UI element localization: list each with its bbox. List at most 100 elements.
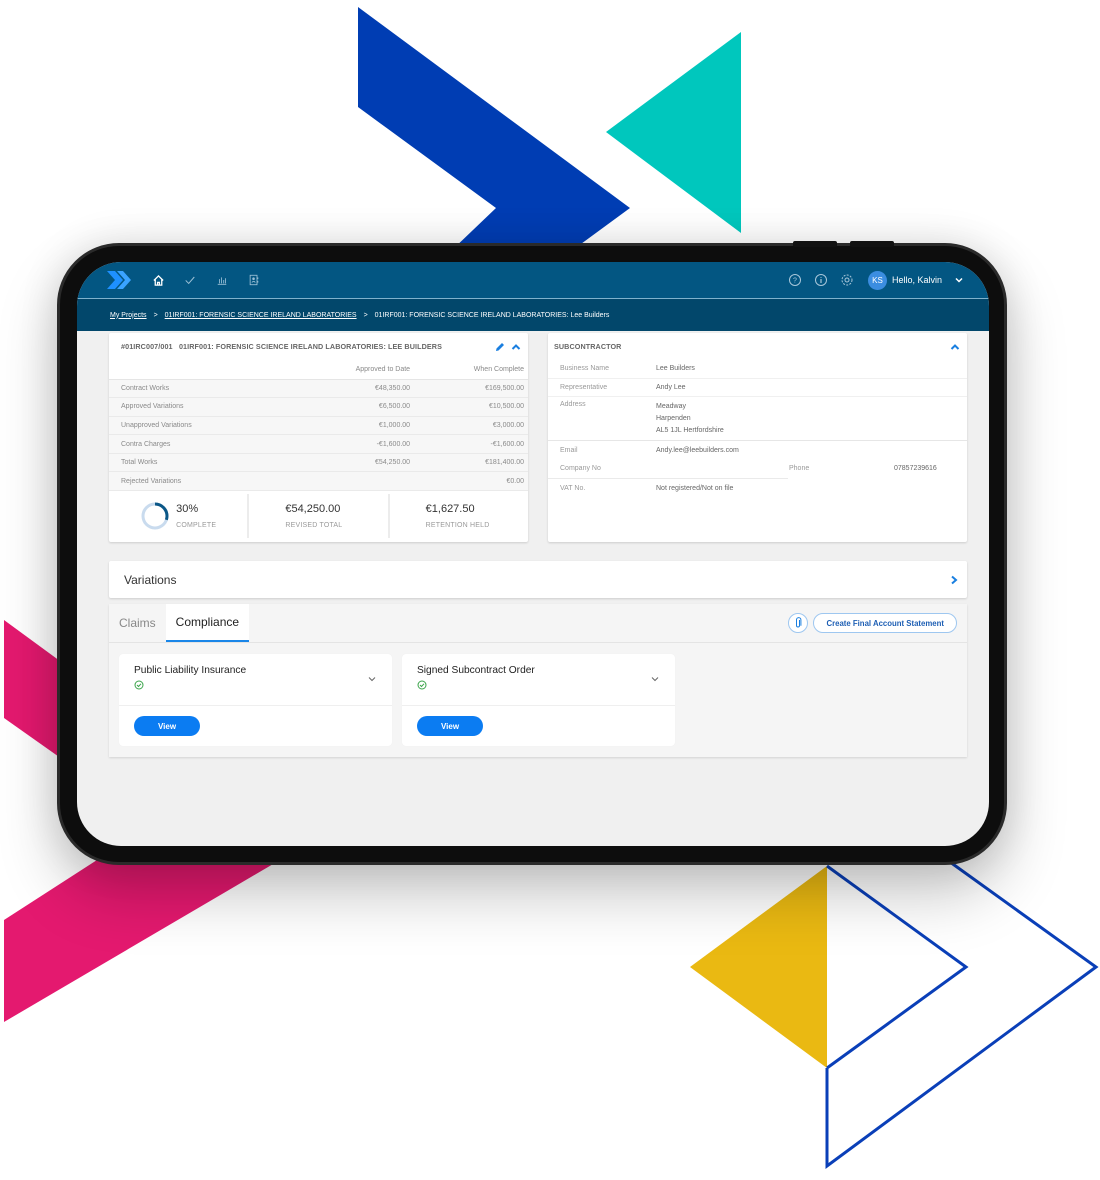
svg-text:?: ?	[793, 278, 797, 285]
financial-table: Approved to Date When Complete Contract …	[109, 360, 528, 492]
vat-label: VAT No.	[560, 484, 586, 492]
tablet-device-frame: ? KS Hello, Kalvin My Projects > 01IRF00…	[57, 241, 1007, 865]
breadcrumb-current: 01IRF001: FORENSIC SCIENCE IRELAND LABOR…	[374, 311, 610, 319]
row-label: Rejected Variations	[109, 471, 292, 492]
row-label: Contra Charges	[109, 434, 292, 454]
breadcrumb-project[interactable]: 01IRF001: FORENSIC SCIENCE IRELAND LABOR…	[165, 312, 357, 319]
breadcrumb-my-projects[interactable]: My Projects	[110, 312, 147, 319]
breadcrumb: My Projects > 01IRF001: FORENSIC SCIENCE…	[77, 299, 989, 331]
business-name-value: Lee Builders	[656, 365, 695, 373]
variations-row[interactable]: Variations	[109, 561, 967, 598]
address-line: AL5 1JL Hertfordshire	[656, 427, 724, 434]
complete-value: €0.00	[414, 471, 528, 492]
check-icon[interactable]	[183, 273, 197, 287]
detail-row: Company No Phone 07857239616	[548, 460, 967, 479]
representative-label: Representative	[560, 383, 608, 391]
table-row: Contra Charges -€1,600.00 -€1,600.00	[109, 434, 528, 454]
contacts-icon[interactable]	[247, 273, 261, 287]
table-row: Approved Variations €6,500.00 €10,500.00	[109, 397, 528, 417]
detail-row: Business Name Lee Builders	[548, 360, 967, 379]
complete-value: €181,400.00	[414, 453, 528, 473]
create-final-account-statement-button[interactable]: Create Final Account Statement	[813, 613, 957, 633]
progress-donut	[141, 502, 169, 530]
top-navigation-bar: ? KS Hello, Kalvin	[77, 262, 989, 299]
check-circle-icon	[417, 680, 427, 690]
chevron-up-icon[interactable]	[510, 341, 522, 353]
claims-compliance-panel: Claims Compliance Create Final Account S…	[109, 604, 967, 757]
approved-value: €6,500.00	[291, 397, 415, 417]
tab-bar: Claims Compliance Create Final Account S…	[109, 604, 967, 643]
user-avatar[interactable]: KS	[867, 270, 887, 290]
deco-outline-chevron-outer	[825, 860, 1099, 1169]
edit-pencil-icon[interactable]	[494, 341, 506, 353]
compliance-card: Signed Subcontract Order View	[402, 654, 675, 746]
paperclip-icon	[796, 617, 802, 628]
deco-outline-chevron-inner	[826, 864, 969, 1070]
contract-summary-card: #01IRC007/001 01IRF001: FORENSIC SCIENCE…	[109, 333, 528, 542]
settings-icon[interactable]	[840, 273, 854, 287]
row-label: Unapproved Variations	[109, 416, 292, 436]
table-row: Unapproved Variations €1,000.00 €3,000.00	[109, 416, 528, 436]
complete-value: €169,500.00	[414, 379, 528, 399]
app-screen: ? KS Hello, Kalvin My Projects > 01IRF00…	[77, 262, 989, 846]
contract-stats: 30% COMPLETE €54,250.00 REVISED TOTAL €1…	[109, 491, 528, 541]
address-label: Address	[560, 401, 586, 408]
view-button[interactable]: View	[134, 716, 200, 736]
representative-value: Andy Lee	[656, 383, 686, 391]
detail-row: VAT No. Not registered/Not on file	[548, 479, 967, 498]
app-logo-icon[interactable]	[107, 271, 133, 289]
subcontractor-details: Business Name Lee Builders Representativ…	[548, 360, 967, 498]
column-header-complete: When Complete	[414, 360, 528, 380]
breadcrumb-separator: >	[153, 311, 158, 319]
help-icon[interactable]: ?	[788, 273, 802, 287]
deco-teal-triangle	[606, 32, 741, 233]
email-value[interactable]: Andy.lee@leebuilders.com	[656, 447, 739, 454]
stat-retention-held: €1,627.50 RETENTION HELD	[387, 494, 528, 539]
info-icon[interactable]	[814, 273, 828, 287]
chevron-up-icon[interactable]	[949, 341, 961, 353]
stat-revised-total: €54,250.00 REVISED TOTAL	[247, 494, 387, 539]
chevron-down-icon[interactable]	[650, 674, 660, 684]
complete-value: €10,500.00	[414, 397, 528, 417]
attachment-button[interactable]	[788, 613, 809, 633]
detail-row: Address Meadway Harpenden AL5 1JL Hertfo…	[548, 397, 967, 441]
row-label: Total Works	[109, 453, 292, 473]
row-label: Approved Variations	[109, 397, 292, 417]
table-row: Total Works €54,250.00 €181,400.00	[109, 453, 528, 473]
table-row: Rejected Variations €0.00	[109, 471, 528, 492]
vat-value: Not registered/Not on file	[656, 484, 734, 492]
contract-title: #01IRC007/001 01IRF001: FORENSIC SCIENCE…	[121, 342, 442, 351]
user-greeting[interactable]: Hello, Kalvin	[892, 275, 942, 285]
complete-value: -€1,600.00	[414, 434, 528, 454]
compliance-card: Public Liability Insurance View	[119, 654, 392, 746]
retention-held-caption: RETENTION HELD	[425, 522, 490, 530]
company-no-label: Company No	[560, 465, 601, 473]
phone-label: Phone	[789, 465, 810, 473]
chevron-right-icon[interactable]	[949, 575, 959, 585]
phone-value: 07857239616	[894, 465, 937, 473]
compliance-title: Signed Subcontract Order	[417, 665, 535, 676]
tab-claims[interactable]: Claims	[109, 604, 166, 642]
compliance-title: Public Liability Insurance	[134, 665, 247, 676]
address-line: Meadway	[656, 403, 686, 410]
address-line: Harpenden	[656, 415, 691, 422]
device-button	[850, 241, 894, 247]
home-icon[interactable]	[151, 273, 165, 287]
chevron-down-icon[interactable]	[954, 275, 964, 285]
detail-row: Representative Andy Lee	[548, 379, 967, 397]
complete-percent: 30%	[176, 503, 199, 516]
retention-held-value: €1,627.50	[425, 503, 475, 516]
approved-value: €48,350.00	[291, 379, 415, 399]
bar-chart-icon[interactable]	[215, 273, 229, 287]
tab-compliance[interactable]: Compliance	[165, 604, 250, 642]
detail-row: Email Andy.lee@leebuilders.com	[548, 441, 967, 460]
contract-card-header: #01IRC007/001 01IRF001: FORENSIC SCIENCE…	[109, 333, 528, 360]
complete-value: €3,000.00	[414, 416, 528, 436]
column-header-approved: Approved to Date	[291, 360, 415, 380]
view-button[interactable]: View	[417, 716, 483, 736]
stat-complete: 30% COMPLETE	[109, 494, 247, 538]
approved-value: -€1,600.00	[291, 434, 415, 454]
chevron-down-icon[interactable]	[367, 674, 377, 684]
row-label: Contract Works	[109, 379, 292, 399]
address-value: Meadway Harpenden AL5 1JL Hertfordshire	[656, 401, 724, 437]
